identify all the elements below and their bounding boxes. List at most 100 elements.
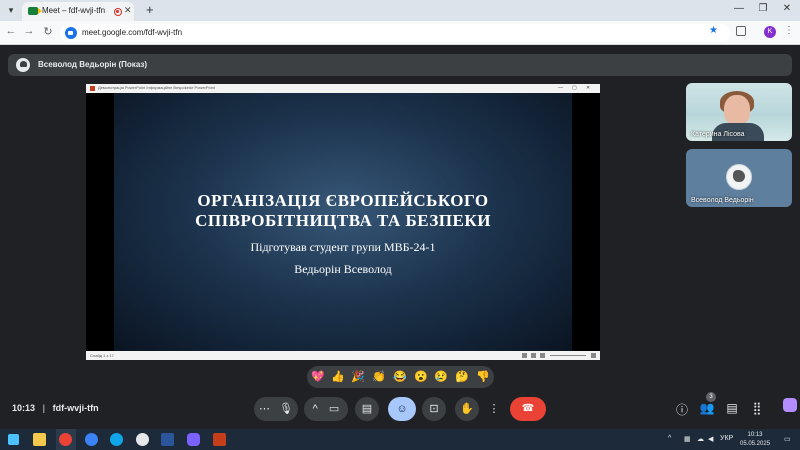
- cloud-icon[interactable]: ☁: [697, 435, 704, 443]
- presentation-slide: ОРГАНІЗАЦІЯ ЄВРОПЕЙСЬКОГО СПІВРОБІТНИЦТВ…: [114, 93, 572, 351]
- powerpoint-title-bar: Демонстрація PowerPoint Інформаційне Bes…: [86, 84, 600, 93]
- site-info-icon[interactable]: [65, 27, 77, 39]
- slide-subtitle-line-1: Підготував студент групи МВБ-24-1: [250, 240, 436, 254]
- fit-slide-icon: [591, 353, 596, 358]
- heart-emoji-icon[interactable]: 💖: [310, 369, 326, 385]
- hidden-icons-chevron-icon[interactable]: ^: [668, 435, 671, 442]
- end-call-icon: ☎: [521, 403, 535, 414]
- party-emoji-icon[interactable]: 🎉: [350, 369, 366, 385]
- meeting-code: fdf-wvji-tfn: [52, 403, 99, 413]
- thumbs-down-emoji-icon[interactable]: 👎: [475, 369, 491, 385]
- close-tab-icon[interactable]: ✕: [124, 5, 132, 16]
- participant-name: Всеволод Ведьорін: [691, 197, 754, 204]
- extension-side-icon[interactable]: [783, 398, 797, 412]
- windows-taskbar: ^ ▦ ☁ ◀ УКР 10:13 05.05.2025 ▭: [0, 429, 800, 450]
- participant-tile-2[interactable]: Всеволод Ведьорін: [686, 149, 792, 207]
- slide-subtitle-line-2: Ведьорін Всеволод: [294, 262, 392, 276]
- chrome-icon[interactable]: [59, 433, 72, 446]
- meet-favicon-icon: [28, 7, 42, 15]
- tab-title: Meet – fdf-wvji-tfn: [42, 6, 106, 15]
- microphone-control[interactable]: ⋯ 🎙: [254, 397, 298, 421]
- notifications-icon[interactable]: ▭: [784, 435, 791, 443]
- activities-icon[interactable]: ⣿: [749, 401, 765, 415]
- language-indicator[interactable]: УКР: [720, 435, 733, 442]
- taskbar-date: 05.05.2025: [740, 441, 771, 447]
- meeting-info: 10:13 | fdf-wvji-tfn: [12, 403, 99, 413]
- captions-button[interactable]: ▤: [355, 397, 379, 421]
- reading-view-icon: [540, 353, 545, 358]
- volume-icon[interactable]: ◀: [708, 435, 713, 443]
- camera-icon[interactable]: ▭: [329, 403, 339, 415]
- surprised-emoji-icon[interactable]: 😮: [413, 369, 429, 385]
- reactions-bar: 💖 👍 🎉 👏 😂 😮 😢 🤔 👎: [307, 366, 494, 388]
- camera-control[interactable]: ^ ▭: [304, 397, 348, 421]
- captions-icon: ▤: [361, 403, 373, 415]
- emoji-icon: ☺: [396, 403, 408, 415]
- profile-avatar[interactable]: K: [764, 26, 776, 38]
- leave-call-button[interactable]: ☎: [510, 397, 546, 421]
- slide-title-line-1: ОРГАНІЗАЦІЯ ЄВРОПЕЙСЬКОГО: [197, 191, 489, 210]
- sad-emoji-icon[interactable]: 😢: [433, 369, 449, 385]
- forward-icon[interactable]: →: [22, 25, 36, 37]
- raise-hand-button[interactable]: ✋: [455, 397, 479, 421]
- reactions-button[interactable]: ☺: [388, 397, 416, 421]
- more-audio-options-icon[interactable]: ⋯: [259, 403, 270, 415]
- more-options-button[interactable]: ⋮: [484, 397, 504, 421]
- new-tab-icon[interactable]: +: [146, 2, 154, 17]
- close-window-icon[interactable]: ✕: [780, 3, 794, 14]
- powerpoint-icon: [90, 86, 95, 91]
- presenter-minimize-icon: —: [558, 85, 563, 91]
- meeting-details-icon[interactable]: ⓘ: [674, 401, 690, 418]
- taskbar-time: 10:13: [747, 432, 763, 438]
- slide-counter: Слайд 1 з 17: [90, 353, 114, 358]
- participant-tile-1[interactable]: Катерина Лісова: [686, 83, 792, 141]
- presenter-avatar-icon: [16, 58, 30, 72]
- edge-icon[interactable]: [110, 433, 123, 446]
- browser-toolbar: ← → ↻ meet.google.com/fdf-wvji-tfn ★ K ⋮: [0, 21, 800, 45]
- minimize-window-icon[interactable]: —: [732, 3, 746, 14]
- recording-indicator-icon: [114, 8, 122, 16]
- start-icon[interactable]: [8, 434, 19, 445]
- browser-tab-meet[interactable]: Meet – fdf-wvji-tfn ✕: [22, 2, 134, 21]
- present-button[interactable]: ⊡: [422, 397, 446, 421]
- presenter-restore-icon: ▢: [572, 85, 577, 91]
- tab-search-icon[interactable]: ▾: [4, 3, 18, 17]
- laugh-emoji-icon[interactable]: 😂: [392, 369, 408, 385]
- slide-title-line-2: СПІВРОБІТНИЦТВА ТА БЕЗПЕКИ: [195, 211, 491, 230]
- people-icon[interactable]: 👥: [699, 401, 715, 415]
- chatgpt-icon[interactable]: [136, 433, 149, 446]
- chat-icon[interactable]: ▤: [724, 401, 740, 415]
- reload-icon[interactable]: ↻: [41, 25, 55, 38]
- browser-tab-strip: ▾ Meet – fdf-wvji-tfn ✕ + — ❐ ✕: [0, 0, 800, 21]
- participant-count-badge: 3: [706, 392, 716, 402]
- participant-name: Катерина Лісова: [691, 131, 745, 138]
- shared-screen: Демонстрація PowerPoint Інформаційне Bes…: [86, 84, 600, 360]
- restore-window-icon[interactable]: ❐: [756, 3, 770, 14]
- thumbs-up-emoji-icon[interactable]: 👍: [330, 369, 346, 385]
- presenter-close-icon: ✕: [586, 85, 591, 91]
- sorter-view-icon: [531, 353, 536, 358]
- powerpoint-status-bar: Слайд 1 з 17: [86, 351, 600, 360]
- address-bar[interactable]: meet.google.com/fdf-wvji-tfn: [60, 24, 730, 42]
- thinking-emoji-icon[interactable]: 🤔: [454, 369, 470, 385]
- browser-menu-icon[interactable]: ⋮: [784, 25, 794, 36]
- powerpoint-title-text: Демонстрація PowerPoint Інформаційне Bes…: [98, 85, 215, 90]
- back-icon[interactable]: ←: [4, 25, 18, 37]
- bookmark-star-icon[interactable]: ★: [709, 25, 718, 36]
- zoom-icon[interactable]: [85, 433, 98, 446]
- taskbar-clock[interactable]: 10:13 05.05.2025: [740, 431, 770, 449]
- participant-avatar: [726, 164, 752, 190]
- microphone-icon[interactable]: 🎙: [279, 403, 293, 415]
- clap-emoji-icon[interactable]: 👏: [371, 369, 387, 385]
- powerpoint-taskbar-icon[interactable]: [213, 433, 226, 446]
- participant-video-face: [724, 95, 750, 125]
- presenter-bar: Всеволод Ведьорін (Показ): [8, 54, 792, 76]
- zoom-slider: [550, 355, 586, 356]
- file-explorer-icon[interactable]: [33, 433, 46, 446]
- word-icon[interactable]: [161, 433, 174, 446]
- viber-icon[interactable]: [187, 433, 200, 446]
- network-icon[interactable]: ▦: [684, 435, 691, 443]
- camera-options-chevron-icon[interactable]: ^: [313, 403, 318, 415]
- extensions-icon[interactable]: [736, 26, 746, 36]
- meeting-time: 10:13: [12, 403, 36, 413]
